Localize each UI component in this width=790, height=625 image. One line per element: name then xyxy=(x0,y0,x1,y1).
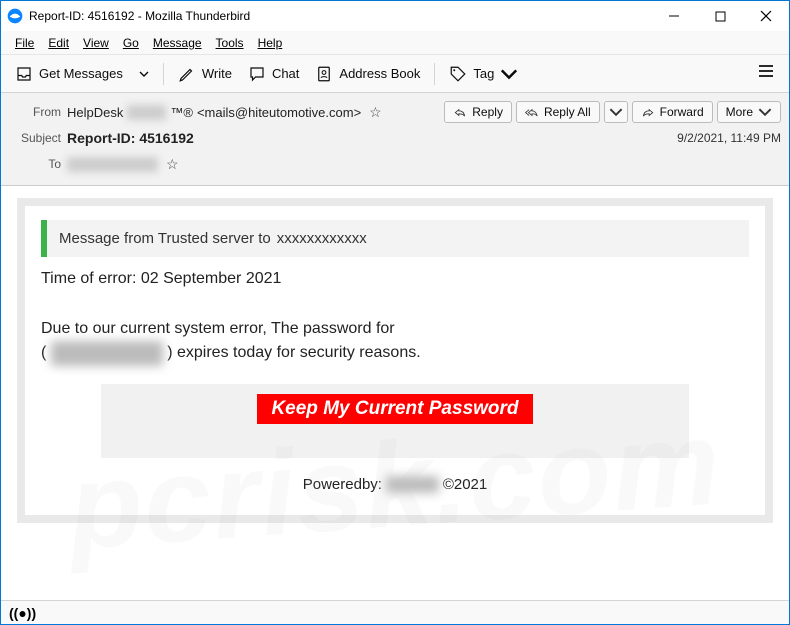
more-button[interactable]: More xyxy=(717,101,781,123)
tag-label: Tag xyxy=(473,66,494,81)
keep-password-button[interactable]: Keep My Current Password xyxy=(257,394,532,424)
cta-wrapper: Keep My Current Password xyxy=(101,384,689,458)
chat-icon xyxy=(248,65,266,83)
minimize-button[interactable] xyxy=(651,1,697,31)
to-label: To xyxy=(9,157,61,171)
to-value: xxxxxxxxxxxxxx ☆ xyxy=(67,156,179,173)
from-value: HelpDesk xxxxxx ™® <mails@hiteutomotive.… xyxy=(67,104,382,121)
message-body-pane: pcrisk.com Message from Trusted server t… xyxy=(1,186,789,600)
message-datetime: 9/2/2021, 11:49 PM xyxy=(677,131,781,145)
maximize-button[interactable] xyxy=(697,1,743,31)
chat-button[interactable]: Chat xyxy=(242,61,305,87)
reply-all-icon xyxy=(525,105,539,119)
status-bar: ((●)) xyxy=(1,600,789,624)
message-frame: Message from Trusted server to xxxxxxxxx… xyxy=(17,198,773,523)
thunderbird-logo-icon xyxy=(7,8,23,24)
reply-all-button[interactable]: Reply All xyxy=(516,101,600,123)
reply-all-dropdown[interactable] xyxy=(604,101,628,123)
close-button[interactable] xyxy=(743,1,789,31)
app-menu-button[interactable] xyxy=(751,58,781,89)
title-bar: Report-ID: 4516192 - Mozilla Thunderbird xyxy=(1,1,789,31)
pencil-icon xyxy=(178,65,196,83)
get-messages-label: Get Messages xyxy=(39,66,123,81)
header-actions: Reply Reply All Forward More xyxy=(444,101,781,123)
reply-icon xyxy=(453,105,467,119)
reply-button[interactable]: Reply xyxy=(444,101,512,123)
star-icon[interactable]: ☆ xyxy=(166,156,179,173)
toolbar: Get Messages Write Chat Address Book Tag xyxy=(1,55,789,93)
forward-button[interactable]: Forward xyxy=(632,101,713,123)
powered-by-line: Poweredby: xxxxxxx ©2021 xyxy=(41,476,749,493)
get-messages-dropdown[interactable] xyxy=(133,69,155,79)
online-status-icon[interactable]: ((●)) xyxy=(9,605,36,621)
inbox-icon xyxy=(15,65,33,83)
chevron-down-icon xyxy=(758,105,772,119)
menu-file[interactable]: File xyxy=(9,34,40,52)
chat-label: Chat xyxy=(272,66,299,81)
write-button[interactable]: Write xyxy=(172,61,238,87)
subject-value: Report-ID: 4516192 xyxy=(67,130,194,146)
star-icon[interactable]: ☆ xyxy=(369,104,382,121)
body-line-2: ( xxxxxxxxxxxxxx ) expires today for sec… xyxy=(41,341,749,366)
address-book-icon xyxy=(315,65,333,83)
thunderbird-window: Report-ID: 4516192 - Mozilla Thunderbird… xyxy=(0,0,790,625)
notice-banner: Message from Trusted server to xxxxxxxxx… xyxy=(41,220,749,257)
from-label: From xyxy=(9,105,61,119)
address-book-button[interactable]: Address Book xyxy=(309,61,426,87)
hamburger-icon xyxy=(757,62,775,80)
menu-tools[interactable]: Tools xyxy=(210,34,250,52)
tag-button[interactable]: Tag xyxy=(443,61,524,87)
message-headers: From HelpDesk xxxxxx ™® <mails@hiteutomo… xyxy=(1,93,789,186)
chevron-down-icon xyxy=(609,105,623,119)
address-book-label: Address Book xyxy=(339,66,420,81)
menu-help[interactable]: Help xyxy=(252,34,289,52)
get-messages-button[interactable]: Get Messages xyxy=(9,61,129,87)
chevron-down-icon xyxy=(139,69,149,79)
menu-message[interactable]: Message xyxy=(147,34,208,52)
chevron-down-icon xyxy=(500,65,518,83)
menu-go[interactable]: Go xyxy=(117,34,145,52)
time-of-error-line: Time of error: 02 September 2021 xyxy=(41,267,749,292)
menu-bar: File Edit View Go Message Tools Help xyxy=(1,31,789,55)
write-label: Write xyxy=(202,66,232,81)
window-title: Report-ID: 4516192 - Mozilla Thunderbird xyxy=(29,9,651,23)
window-controls xyxy=(651,1,789,31)
menu-edit[interactable]: Edit xyxy=(42,34,75,52)
message-body-text: Time of error: 02 September 2021 Due to … xyxy=(41,263,749,384)
menu-view[interactable]: View xyxy=(77,34,115,52)
subject-label: Subject xyxy=(9,131,61,145)
body-line-1: Due to our current system error, The pas… xyxy=(41,317,749,342)
tag-icon xyxy=(449,65,467,83)
forward-icon xyxy=(641,105,655,119)
